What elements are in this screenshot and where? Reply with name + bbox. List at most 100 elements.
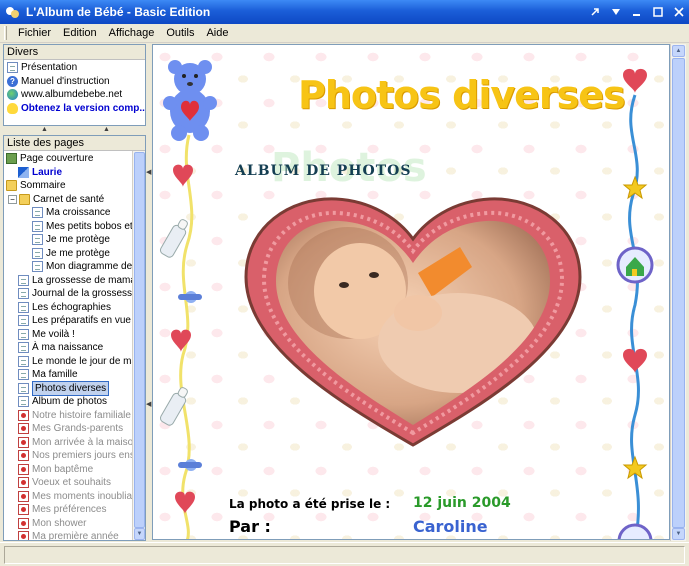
- menu-aide[interactable]: Aide: [200, 27, 234, 39]
- page-icon: [32, 247, 43, 259]
- menu-fichier[interactable]: Fichier: [12, 27, 57, 39]
- page-canvas[interactable]: Photos diverses Photos Album de photos: [152, 44, 670, 540]
- page-list-item[interactable]: À ma naissance: [6, 341, 132, 355]
- page-icon: [32, 234, 43, 246]
- bulb-icon: [7, 102, 18, 114]
- page-list-item[interactable]: Journal de la grossesse: [6, 287, 138, 301]
- page-list-item[interactable]: Mon arrivée à la maison: [6, 436, 139, 450]
- divers-item-presentation[interactable]: Présentation: [7, 61, 145, 75]
- menu-outils[interactable]: Outils: [160, 27, 200, 39]
- page-list-item[interactable]: Je me protège: [6, 233, 132, 247]
- page-list-item[interactable]: Page couverture: [6, 152, 132, 166]
- page-icon: [18, 355, 29, 367]
- page-icon: [18, 328, 29, 340]
- canvas-scroll-thumb[interactable]: [672, 58, 685, 528]
- divers-item-manual[interactable]: ? Manuel d'instruction: [7, 75, 145, 89]
- menu-edition[interactable]: Edition: [57, 27, 103, 39]
- scroll-down-button[interactable]: ▼: [134, 528, 145, 540]
- menu-affichage[interactable]: Affichage: [103, 27, 161, 39]
- page-list-item-label: Ma première année: [32, 531, 119, 541]
- page-list-item[interactable]: Nos premiers jours ens...: [6, 449, 143, 463]
- canvas-scrollbar[interactable]: ▲ ▼: [670, 44, 686, 541]
- page-list-item-label: Nos premiers jours ens...: [32, 450, 144, 461]
- page-title: Photos diverses: [298, 73, 626, 117]
- album-label: Album de photos: [235, 163, 412, 179]
- page-icon: [32, 261, 43, 273]
- locked-icon: [18, 504, 29, 516]
- page-list-item[interactable]: Me voilà !: [6, 328, 132, 342]
- page-list-item[interactable]: Mes préférences: [6, 503, 132, 517]
- close-button[interactable]: [668, 2, 689, 23]
- page-list-item-label: Ma famille: [32, 369, 78, 380]
- page-list-item[interactable]: Mon shower: [6, 517, 132, 531]
- page-list-item[interactable]: Mes moments inoubliab...: [6, 490, 145, 504]
- locked-icon: [18, 490, 29, 502]
- collapse-icon[interactable]: −: [8, 194, 17, 204]
- page-list-item-label: Les échographies: [32, 301, 111, 313]
- menu-bar: Fichier Edition Affichage Outils Aide: [0, 24, 689, 43]
- title-bar[interactable]: L'Album de Bébé - Basic Edition: [0, 0, 689, 24]
- page-list-item[interactable]: Le monde le jour de ma...: [6, 355, 145, 369]
- maximize-button[interactable]: [647, 2, 668, 23]
- folder-icon: [6, 180, 17, 192]
- page-list-item[interactable]: La grossesse de maman: [6, 274, 142, 288]
- panel-splitter[interactable]: ▲ ▲: [3, 126, 146, 135]
- page-icon: [18, 301, 29, 313]
- page-list-item[interactable]: Ma première année: [6, 530, 132, 541]
- pages-scroll-thumb[interactable]: [134, 152, 145, 528]
- page-list-item[interactable]: Ma croissance: [6, 206, 132, 220]
- page-list-item[interactable]: Mes Grands-parents: [6, 422, 132, 436]
- page-list-item[interactable]: Mon baptême: [6, 463, 132, 477]
- page-list-item[interactable]: Sommaire: [6, 179, 132, 193]
- globe-icon: [7, 89, 18, 101]
- divers-item-full-version[interactable]: Obtenez la version comp...: [7, 102, 145, 116]
- page-list-item[interactable]: Mes petits bobos et...: [6, 220, 141, 234]
- page-list-item[interactable]: Photos diverses: [6, 380, 132, 396]
- page-list-item[interactable]: − Carnet de santé: [6, 193, 132, 207]
- scroll-down-button[interactable]: ▼: [672, 528, 685, 540]
- folder-icon: [19, 193, 30, 205]
- by-label: Par :: [229, 517, 271, 536]
- page-list-item[interactable]: Les préparatifs en vue ...: [6, 314, 142, 328]
- locked-icon: [18, 423, 29, 435]
- page-icon: [32, 207, 43, 219]
- page-list-item-label: Mon shower: [32, 517, 87, 529]
- page-list-item-label: Mes Grands-parents: [32, 423, 124, 434]
- locked-icon: [18, 463, 29, 475]
- minimize-button[interactable]: [626, 2, 647, 23]
- page-list-item[interactable]: Mon diagramme de...: [6, 260, 141, 274]
- scroll-up-button[interactable]: ▲: [672, 45, 685, 57]
- divers-header: Divers: [4, 45, 145, 60]
- splitter-up-icon: ▲: [41, 126, 48, 133]
- dropdown-icon[interactable]: [605, 2, 626, 23]
- page-list-item[interactable]: Laurie: [6, 166, 132, 180]
- page-list-item[interactable]: Album de photos: [6, 395, 132, 409]
- page-list-item[interactable]: Les échographies: [6, 301, 132, 315]
- cover-icon: [6, 153, 17, 165]
- toolbar-grip[interactable]: [4, 26, 7, 40]
- page-icon: [18, 396, 29, 408]
- page-list-item[interactable]: Notre histoire familiale: [6, 409, 132, 423]
- pages-scrollbar[interactable]: ▼: [132, 151, 145, 540]
- page-icon: [18, 342, 29, 354]
- divers-item-label: Présentation: [21, 62, 78, 73]
- locked-icon: [18, 436, 29, 448]
- divers-item-label: www.albumdebebe.net: [21, 89, 123, 100]
- pin-icon[interactable]: [584, 2, 605, 23]
- page-list-item-label: Voeux et souhaits: [32, 477, 111, 488]
- pacifier-icon: [178, 291, 202, 303]
- heart-photo-frame[interactable]: [228, 193, 598, 453]
- window-title: L'Album de Bébé - Basic Edition: [26, 5, 211, 19]
- page-icon: [18, 382, 29, 394]
- house-icon: [616, 246, 654, 284]
- photo-date[interactable]: 12 juin 2004: [413, 495, 511, 511]
- page-list-item-label: Je me protège: [46, 234, 110, 245]
- page-list-item[interactable]: Voeux et souhaits: [6, 476, 132, 490]
- divers-list: Présentation ? Manuel d'instruction www.a…: [4, 60, 145, 115]
- page-list-item[interactable]: Je me protège: [6, 247, 132, 261]
- divers-item-website[interactable]: www.albumdebebe.net: [7, 88, 145, 102]
- heart-icon: [623, 68, 647, 93]
- splitter-left-icon: ◀: [146, 401, 152, 408]
- by-value[interactable]: Caroline: [413, 517, 488, 536]
- page-list-item[interactable]: Ma famille: [6, 368, 132, 382]
